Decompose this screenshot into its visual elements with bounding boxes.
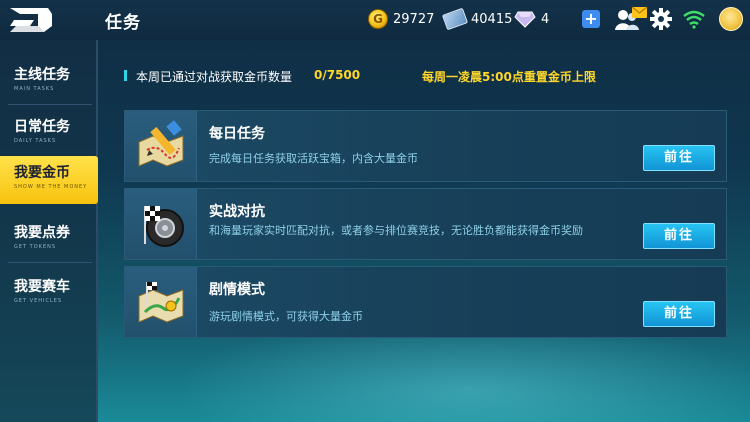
sidebar-item-sublabel: DAILY TASKS — [14, 138, 57, 144]
task-card-daily: 每日任务 完成每日任务获取活跃宝箱，内含大量金币 前往 — [124, 110, 727, 182]
game-logo-icon[interactable] — [8, 4, 58, 36]
gem-amount: 4 — [541, 11, 550, 27]
story-map-icon — [138, 282, 184, 323]
map-pencil-icon — [138, 120, 184, 167]
sidebar-item-get-vehicles[interactable]: 我要赛车 GET VEHICLES — [0, 270, 98, 318]
gear-icon[interactable] — [650, 8, 672, 30]
task-title: 实战对抗 — [209, 204, 265, 220]
ticket-balance: 40415 — [441, 7, 513, 31]
sidebar-item-label: 日常任务 — [14, 119, 70, 135]
top-bar: 任务 G 29727 40415 4 + — [0, 0, 750, 40]
page-title: 任务 — [105, 13, 141, 33]
coin-icon: G — [368, 9, 388, 29]
sidebar-item-get-coins[interactable]: 我要金币 SHOW ME THE MONEY — [0, 156, 98, 204]
avatar[interactable] — [719, 7, 743, 31]
sidebar-item-label: 主线任务 — [14, 67, 70, 83]
reset-note: 每周一凌晨5:00点重置金币上限 — [422, 70, 596, 84]
coin-balance: G 29727 — [368, 8, 434, 30]
add-currency-button[interactable]: + — [582, 10, 600, 28]
divider — [8, 104, 92, 105]
tire-flag-icon — [144, 206, 184, 247]
sidebar-item-sublabel: GET TOKENS — [14, 244, 57, 250]
sidebar-item-daily-tasks[interactable]: 日常任务 DAILY TASKS — [0, 110, 98, 158]
diamond-icon — [514, 11, 536, 28]
task-title: 剧情模式 — [209, 282, 265, 298]
sidebar-item-get-tokens[interactable]: 我要点券 GET TOKENS — [0, 216, 98, 264]
task-title: 每日任务 — [209, 126, 265, 142]
sidebar-item-main-tasks[interactable]: 主线任务 MAIN TASKS — [0, 58, 98, 106]
sidebar-item-label: 我要金币 — [14, 165, 70, 181]
sidebar-item-label: 我要赛车 — [14, 279, 70, 295]
task-description: 完成每日任务获取活跃宝箱，内含大量金币 — [209, 152, 418, 165]
go-button-daily[interactable]: 前往 — [643, 145, 715, 171]
task-icon-box — [125, 189, 197, 259]
weekly-coin-count: 0/7500 — [314, 68, 361, 82]
divider — [8, 262, 92, 263]
sidebar-item-sublabel: MAIN TASKS — [14, 86, 55, 92]
ticket-amount: 40415 — [471, 11, 513, 27]
task-icon-box — [125, 267, 197, 337]
task-card-battle: 实战对抗 和海量玩家实时匹配对抗，或者参与排位赛竞技，无论胜负都能获得金币奖励 … — [124, 188, 727, 260]
task-card-story: 剧情模式 游玩剧情模式，可获得大量金币 前往 — [124, 266, 727, 338]
sidebar-item-sublabel: GET VEHICLES — [14, 298, 63, 304]
task-description: 游玩剧情模式，可获得大量金币 — [209, 310, 363, 323]
section-marker — [124, 70, 127, 81]
go-button-story[interactable]: 前往 — [643, 301, 715, 327]
go-button-battle[interactable]: 前往 — [643, 223, 715, 249]
wifi-icon — [683, 10, 705, 29]
task-description: 和海量玩家实时匹配对抗，或者参与排位赛竞技，无论胜负都能获得金币奖励 — [209, 224, 583, 237]
sidebar: 主线任务 MAIN TASKS 日常任务 DAILY TASKS 我要金币 SH… — [0, 40, 98, 422]
sidebar-item-label: 我要点券 — [14, 225, 70, 241]
weekly-coin-label: 本周已通过对战获取金币数量 — [136, 70, 293, 84]
task-icon-box — [125, 111, 197, 181]
ticket-icon — [441, 7, 469, 31]
gem-balance: 4 — [514, 8, 549, 30]
sidebar-item-sublabel: SHOW ME THE MONEY — [14, 184, 88, 190]
friends-mail-icon[interactable] — [614, 6, 648, 32]
coin-amount: 29727 — [393, 11, 435, 27]
